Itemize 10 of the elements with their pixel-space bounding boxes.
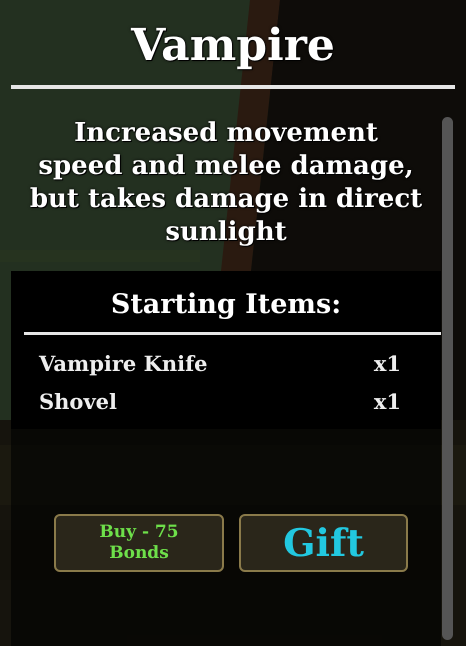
window-title: Vampire: [130, 19, 336, 73]
item-name: Vampire Knife: [39, 350, 208, 378]
gift-button[interactable]: Gift: [239, 514, 408, 572]
buy-button[interactable]: Buy - 75 Bonds: [54, 514, 224, 572]
description-text: Increased movement speed and melee damage, but takes damage in direct sunlight: [28, 117, 424, 249]
item-name: Shovel: [39, 388, 117, 416]
item-quantity: x1: [374, 388, 401, 416]
section-heading: Starting Items:: [110, 288, 342, 322]
scrollbar[interactable]: [442, 117, 453, 640]
item-quantity: x1: [374, 350, 401, 378]
